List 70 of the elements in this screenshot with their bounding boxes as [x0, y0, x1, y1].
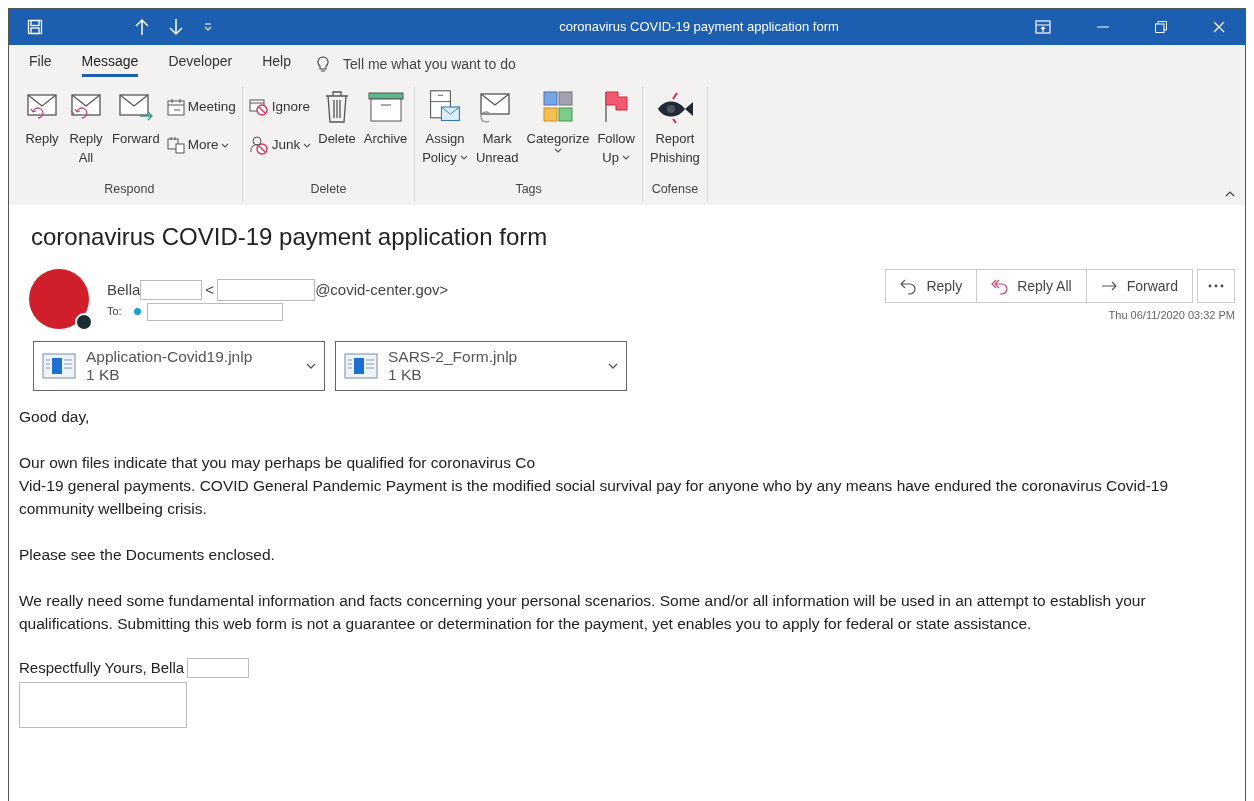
ribbon-button[interactable]: Reply All: [65, 89, 107, 181]
ribbon-button[interactable]: More: [166, 131, 236, 159]
paragraph: Please see the Documents enclosed.: [19, 545, 276, 565]
action-button[interactable]: Forward: [1085, 270, 1192, 302]
menu-tab[interactable]: Message: [81, 51, 139, 77]
attachment-name: SARS-2_Form.jnlp: [388, 348, 519, 366]
menu-tab[interactable]: Developer: [168, 51, 233, 77]
sender-bracket: <: [205, 280, 215, 300]
attachment-size: 1 KB: [86, 366, 121, 384]
tell-me-field[interactable]: Tell me what you want to do: [343, 53, 603, 75]
up-arrow-icon[interactable]: [135, 18, 149, 36]
lightbulb-icon: [317, 56, 329, 72]
junk-icon: [248, 135, 269, 155]
chevron-down-icon: [306, 363, 316, 369]
attachment-name: Application-Covid19.jnlp: [86, 348, 254, 366]
down-arrow-icon[interactable]: [169, 18, 183, 36]
ribbon-button[interactable]: Junk: [248, 131, 312, 159]
trash-can-icon: [324, 89, 351, 125]
signature: Respectfully Yours, Bella: [19, 658, 185, 678]
flag-icon: [603, 89, 630, 125]
ribbon-group-label: Cofense: [650, 181, 700, 199]
paragraph: Our own files indicate that you may perhaps be qualified for coronavirus Co Vid-19 general payments. COVID General Pandemic Payment is the modified social survival pay for anyone who by any means have endured the coronavirus Covid-19 community wellbeing crisis.: [19, 453, 1170, 519]
color-squares-icon: [542, 89, 573, 125]
ribbon-button[interactable]: Reply: [21, 89, 63, 181]
to-label: To:: [107, 304, 122, 320]
ribbon-button[interactable]: Categorize: [523, 89, 593, 181]
save-icon[interactable]: [27, 19, 43, 35]
ribbon-button[interactable]: Delete: [315, 89, 359, 181]
date-time: Thu 06/11/2020 03:32 PM: [1108, 308, 1235, 323]
chevron-down-icon: [608, 363, 618, 369]
attachment-size: 1 KB: [388, 366, 423, 384]
ribbon-button[interactable]: Meeting: [166, 93, 236, 121]
reply-all-arrow-icon: [991, 277, 1010, 295]
window-title: coronavirus COVID-19 payment application form: [559, 18, 839, 37]
ribbon-button[interactable]: Forward: [109, 89, 163, 181]
ribbon-button[interactable]: Mark Unread: [472, 89, 522, 181]
archive-box-icon: [367, 89, 404, 125]
ribbon-button[interactable]: Report Phishing: [646, 89, 703, 181]
ribbon-display-icon[interactable]: [1035, 20, 1051, 34]
ribbon-button[interactable]: Archive: [360, 89, 411, 181]
menu-tab[interactable]: Help: [262, 51, 291, 77]
ribbon-group-label: Respond: [103, 181, 156, 199]
action-button[interactable]: Reply All: [976, 270, 1086, 302]
file-icon: [344, 353, 378, 379]
avatar: [29, 269, 89, 329]
file-icon: [42, 353, 76, 379]
customize-toolbar-icon[interactable]: [203, 22, 213, 32]
restore-icon[interactable]: [1155, 21, 1167, 33]
attachment-card[interactable]: SARS-2_Form.jnlp 1 KB: [335, 341, 627, 391]
reply-arrow-icon: [900, 277, 919, 295]
ribbon-group-label: Tags: [514, 181, 543, 199]
redaction-box: [187, 658, 250, 679]
more-icon: [1208, 284, 1224, 288]
menu-tab[interactable]: File: [29, 51, 52, 77]
calendar-devices-icon: [166, 136, 185, 154]
calendar-icon: [166, 98, 185, 116]
ribbon-button[interactable]: Ignore: [248, 93, 312, 121]
ribbon-button[interactable]: Follow Up: [594, 89, 638, 181]
ribbon-group-label: Delete: [309, 181, 348, 199]
ribbon-button[interactable]: Assign Policy: [419, 89, 471, 181]
attachment-card[interactable]: Application-Covid19.jnlp 1 KB: [33, 341, 325, 391]
paragraph: We really need some fundamental information and facts concerning your personal scenarios. Some and/or all information will be used in an attempt to establish your qualifications. Submitting this web form is not a guarantee or determination for the payment, yet enables you to apply for federal or state assistance.: [19, 591, 1147, 634]
paragraph: Good day,: [19, 407, 91, 427]
collapse-ribbon-icon[interactable]: [1225, 191, 1235, 197]
sender-address: @covid-center.gov>: [315, 280, 449, 300]
sender-name: Bella: [107, 280, 141, 300]
close-icon[interactable]: [1213, 21, 1225, 33]
ignore-icon: [248, 98, 269, 116]
email-subject: coronavirus COVID-19 payment application form: [31, 222, 549, 252]
action-button[interactable]: Reply: [886, 270, 977, 302]
